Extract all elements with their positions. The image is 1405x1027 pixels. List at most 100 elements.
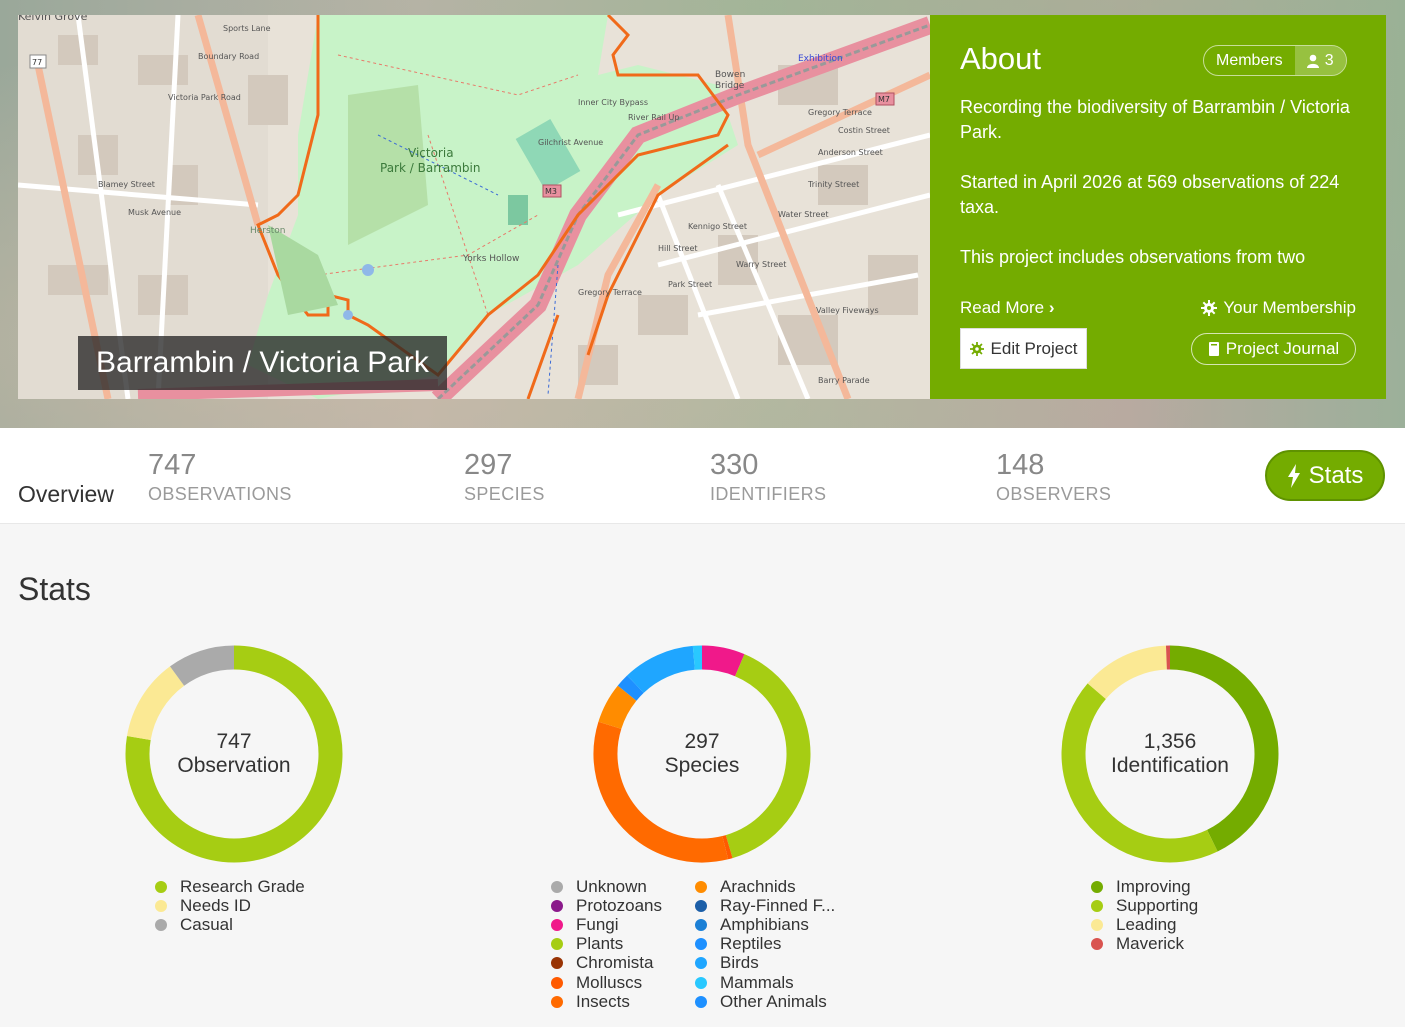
tab-overview[interactable]: Overview xyxy=(18,481,114,508)
members-count: 3 xyxy=(1324,52,1334,69)
stat-value: 148 xyxy=(996,449,1045,481)
legend-label: Chromista xyxy=(576,953,654,973)
about-paragraph: This project includes observations from … xyxy=(960,247,1306,267)
legend-swatch xyxy=(1091,899,1103,912)
stat-value: 747 xyxy=(148,449,197,481)
stats-button[interactable]: Stats xyxy=(1265,450,1385,501)
svg-text:Barry Parade: Barry Parade xyxy=(818,376,870,385)
svg-text:Warry Street: Warry Street xyxy=(736,260,786,269)
svg-text:Kennigo Street: Kennigo Street xyxy=(688,222,747,231)
legend-label: Leading xyxy=(1116,914,1177,934)
legend-item: Improving xyxy=(1091,877,1198,896)
project-map[interactable]: Victoria Park / Barrambin Yorks Hollow E… xyxy=(18,15,930,399)
svg-text:Musk Avenue: Musk Avenue xyxy=(128,208,181,217)
svg-text:Kelvin Grove: Kelvin Grove xyxy=(18,15,88,23)
svg-text:Victoria Park Road: Victoria Park Road xyxy=(168,93,241,102)
legend-label: Ray-Finned F... xyxy=(720,895,836,915)
legend-label: Mammals xyxy=(720,972,794,992)
legend-item: Plants xyxy=(551,934,662,954)
svg-text:Water Street: Water Street xyxy=(778,210,829,219)
legend-swatch xyxy=(1091,938,1103,951)
gear-icon xyxy=(1201,300,1218,316)
project-journal-button[interactable]: Project Journal xyxy=(1191,333,1356,365)
donut-center-label: Identification xyxy=(1111,754,1229,777)
legend-item: Protozoans xyxy=(551,896,662,915)
legend-item: Reptiles xyxy=(695,934,835,954)
legend-item: Casual xyxy=(155,915,305,934)
members-button[interactable]: Members 3 xyxy=(1203,45,1347,76)
stat-value: 297 xyxy=(464,449,513,481)
observation-quality-chart[interactable]: 747 Observation xyxy=(125,645,343,863)
legend-item: Maverick xyxy=(1091,934,1198,954)
donut-center-label: Species xyxy=(664,754,740,777)
identification-category-legend: Improving Supporting Leading Maverick xyxy=(1091,877,1198,954)
svg-text:Park / Barrambin: Park / Barrambin xyxy=(380,161,480,175)
legend-item: Molluscs xyxy=(551,973,662,992)
legend-item: Fungi xyxy=(551,915,662,934)
about-paragraph: Recording the biodiversity of Barrambin … xyxy=(960,97,1350,142)
legend-item: Birds xyxy=(695,953,835,973)
svg-text:Anderson Street: Anderson Street xyxy=(818,148,883,157)
donut-center-value: 747 xyxy=(216,730,252,753)
svg-text:Exhibition: Exhibition xyxy=(798,54,843,64)
project-header: Victoria Park / Barrambin Yorks Hollow E… xyxy=(0,0,1405,428)
legend-label: Improving xyxy=(1116,876,1191,896)
legend-item: Supporting xyxy=(1091,896,1198,915)
stat-observers[interactable]: 148 OBSERVERS xyxy=(996,448,1111,505)
svg-text:M7: M7 xyxy=(878,95,890,104)
stat-label: OBSERVERS xyxy=(996,484,1112,504)
stat-value: 330 xyxy=(710,449,759,481)
legend-item: Other Animals xyxy=(695,992,835,1011)
donut-center-value: 297 xyxy=(684,730,720,753)
species-taxa-legend: Unknown Protozoans Fungi Plants Chromista Mol… xyxy=(551,877,662,1011)
svg-text:Valley Fiveways: Valley Fiveways xyxy=(816,306,879,315)
identification-category-chart[interactable]: 1,356 Identification xyxy=(1061,645,1279,863)
legend-swatch xyxy=(551,880,563,893)
svg-text:Boundary Road: Boundary Road xyxy=(198,52,259,61)
svg-text:Victoria: Victoria xyxy=(408,146,454,160)
svg-text:Gregory Terrace: Gregory Terrace xyxy=(578,288,642,297)
svg-text:M3: M3 xyxy=(545,187,557,196)
svg-text:Park Street: Park Street xyxy=(668,280,712,289)
your-membership-link[interactable]: Your Membership xyxy=(1201,298,1356,318)
species-taxa-chart[interactable]: 297 Species xyxy=(593,645,811,863)
stat-species[interactable]: 297 SPECIES xyxy=(464,448,545,505)
legend-item: Arachnids xyxy=(695,877,835,896)
stat-identifiers[interactable]: 330 IDENTIFIERS xyxy=(710,448,826,505)
donut-center: 297 Species xyxy=(593,645,811,863)
lightning-icon xyxy=(1287,463,1300,488)
project-nav-bar: Overview 747 OBSERVATIONS 297 SPECIES 33… xyxy=(0,428,1405,524)
legend-label: Protozoans xyxy=(576,895,662,915)
legend-swatch xyxy=(695,899,707,912)
book-icon xyxy=(1208,342,1219,356)
legend-label: Casual xyxy=(180,914,233,934)
edit-project-button[interactable]: Edit Project xyxy=(960,328,1087,369)
svg-text:Trinity Street: Trinity Street xyxy=(807,180,859,189)
legend-swatch xyxy=(1091,918,1103,931)
legend-swatch xyxy=(155,880,167,893)
project-title: Barrambin / Victoria Park xyxy=(78,336,447,390)
about-description: Recording the biodiversity of Barrambin … xyxy=(960,95,1360,275)
svg-text:Bridge: Bridge xyxy=(715,81,745,91)
svg-text:Herston: Herston xyxy=(250,226,285,236)
about-panel: About Members 3 Recording the biodiversi… xyxy=(930,15,1386,399)
legend-label: Research Grade xyxy=(180,876,305,896)
legend-swatch xyxy=(155,899,167,912)
read-more-link[interactable]: Read More › xyxy=(960,298,1055,318)
read-more-label: Read More xyxy=(960,298,1045,317)
legend-item: Unknown xyxy=(551,877,662,896)
svg-text:77: 77 xyxy=(32,58,42,67)
stat-label: IDENTIFIERS xyxy=(710,484,827,504)
stat-label: OBSERVATIONS xyxy=(148,484,292,504)
legend-swatch xyxy=(551,957,563,970)
legend-item: Chromista xyxy=(551,953,662,973)
svg-text:River Rail Up: River Rail Up xyxy=(628,113,679,122)
svg-text:Gilchrist Avenue: Gilchrist Avenue xyxy=(538,138,603,147)
legend-swatch xyxy=(551,938,563,951)
project-journal-label: Project Journal xyxy=(1225,339,1340,358)
svg-text:Inner City Bypass: Inner City Bypass xyxy=(578,98,648,107)
legend-item: Leading xyxy=(1091,915,1198,934)
legend-swatch xyxy=(155,918,167,931)
svg-text:Bowen: Bowen xyxy=(715,70,745,80)
stat-observations[interactable]: 747 OBSERVATIONS xyxy=(148,448,292,505)
